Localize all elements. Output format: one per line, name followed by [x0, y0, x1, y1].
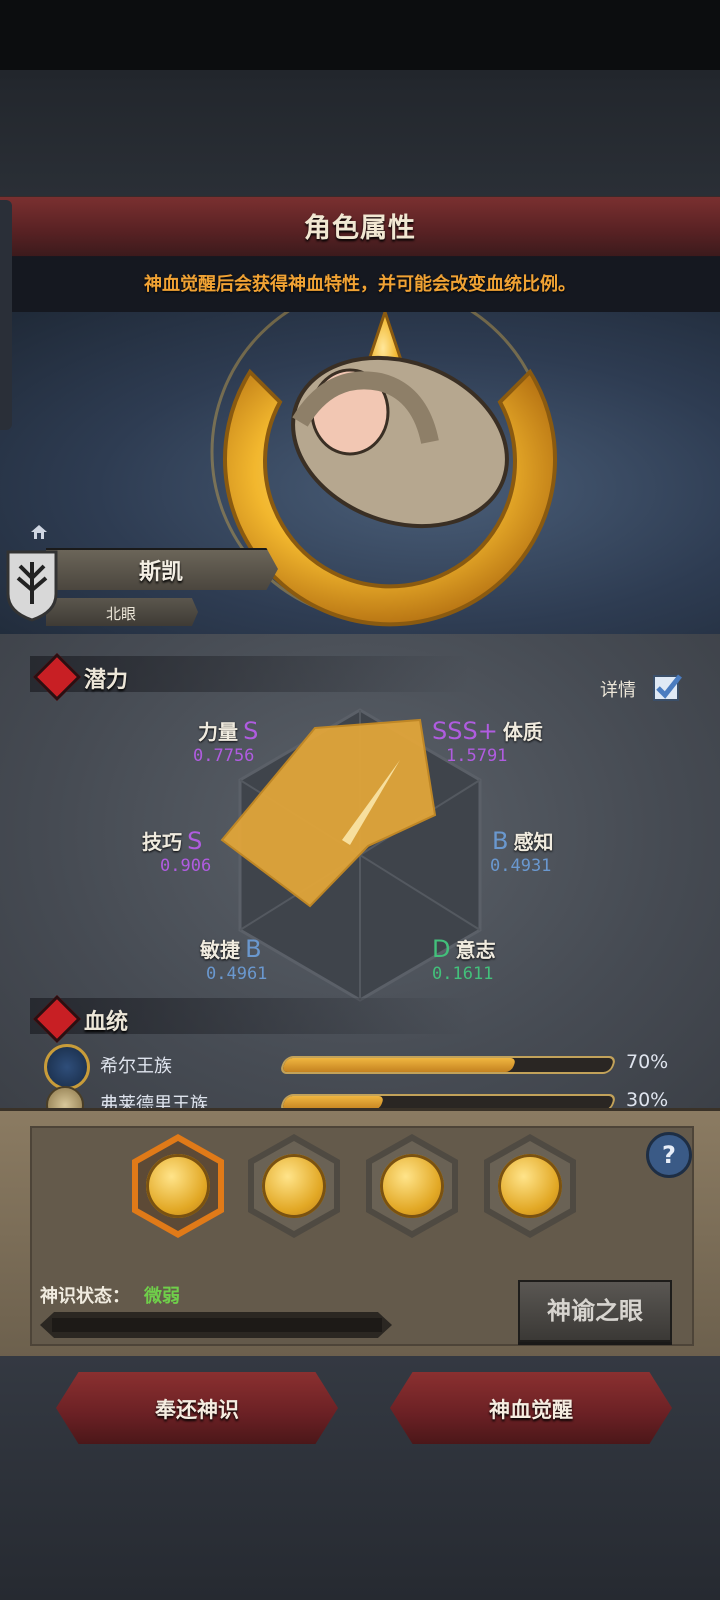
help-button[interactable]: ? — [646, 1132, 692, 1178]
detail-label: 详情 — [600, 680, 636, 701]
stat-grade: B — [492, 827, 509, 855]
return-button-label: 奉还神识 — [155, 1398, 239, 1422]
potential-title: 潜力 — [84, 668, 129, 693]
character-name: 斯凯 — [138, 560, 183, 585]
stat-grade: S — [243, 717, 259, 745]
divine-sense-value: 微弱 — [144, 1286, 180, 1307]
detail-checkbox[interactable] — [652, 672, 682, 702]
stat-grade: S — [187, 827, 203, 855]
divine-blood-awaken-button[interactable]: 神血觉醒 — [390, 1372, 672, 1444]
stat-name: 意志 — [455, 938, 496, 962]
bloodline-name: 希尔王族 — [100, 1056, 172, 1077]
stat-value: 0.1611 — [432, 964, 494, 984]
shield-icon — [6, 548, 58, 622]
divine-sense-bar-fill — [52, 1318, 382, 1332]
moon-emblem-icon — [380, 1154, 444, 1218]
return-divine-sense-button[interactable]: 奉还神识 — [56, 1372, 338, 1444]
bloodline-name: 弗莱德里王族 — [100, 1094, 208, 1108]
oracle-eye-button[interactable]: 神谕之眼 — [518, 1280, 672, 1342]
bloodline-bar — [278, 1056, 618, 1074]
home-icon[interactable] — [30, 524, 48, 540]
stat-agility: 敏捷 B — [200, 934, 262, 963]
stat-value: 0.4961 — [206, 964, 268, 984]
stat-grade: SSS+ — [432, 717, 498, 745]
bloodline-percent: 30% — [626, 1089, 669, 1108]
stat-will: D 意志 — [432, 934, 496, 963]
bloodline-row[interactable]: 弗莱德里王族 30% — [44, 1084, 684, 1108]
stat-grade: D — [432, 935, 451, 963]
notice-text: 神血觉醒后会获得神血特性，并可能会改变血统比例。 — [144, 274, 576, 295]
bloodline-bar-fill — [281, 1058, 517, 1072]
divine-sense-label: 神识状态： — [40, 1286, 130, 1307]
stat-name: 体质 — [502, 720, 543, 744]
bloodline-title: 血统 — [84, 1010, 129, 1035]
stat-value: 0.7756 — [193, 746, 255, 766]
character-subtitle: 北眼 — [105, 605, 136, 623]
stat-name: 力量 — [198, 720, 238, 744]
stat-constitution: SSS+ 体质 — [432, 716, 543, 745]
page-title: 角色属性 — [304, 213, 416, 244]
stat-perception: B 感知 — [492, 826, 554, 855]
bloodline-bar-fill — [281, 1096, 385, 1108]
status-area — [0, 0, 720, 70]
bloodline-bar — [278, 1094, 618, 1108]
stat-name: 敏捷 — [200, 938, 240, 962]
stat-value: 1.5791 — [446, 746, 508, 766]
awaken-button-label: 神血觉醒 — [489, 1398, 573, 1422]
stat-name: 感知 — [513, 830, 554, 854]
stat-value: 0.4931 — [490, 856, 552, 876]
stat-grade: B — [245, 935, 262, 963]
side-tab[interactable] — [0, 200, 12, 430]
stat-name: 技巧 — [142, 830, 182, 854]
bloodline-percent: 70% — [626, 1051, 669, 1073]
bloodline-row[interactable]: 希尔王族 70% — [44, 1044, 684, 1090]
moon-emblem-icon — [498, 1154, 562, 1218]
stat-skill: 技巧 S — [142, 826, 202, 855]
moon-emblem-icon — [146, 1154, 210, 1218]
stat-strength: 力量 S — [198, 716, 258, 745]
stat-value: 0.906 — [160, 856, 212, 876]
moon-emblem-icon — [262, 1154, 326, 1218]
royal-crest-icon — [46, 1086, 84, 1108]
backdrop — [0, 70, 720, 196]
